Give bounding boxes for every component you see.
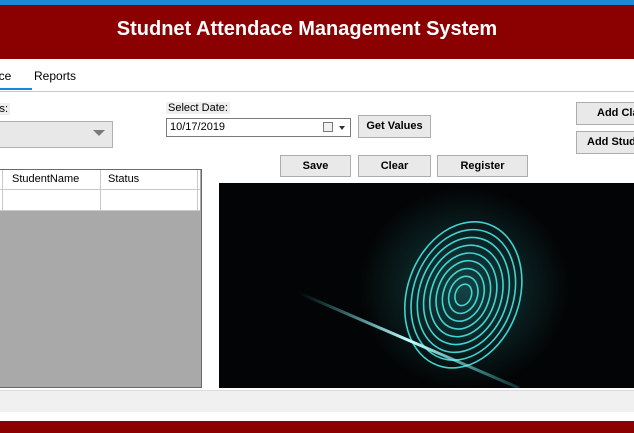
fingerprint-icon — [219, 183, 634, 388]
class-label: ss: — [0, 103, 11, 115]
column-separator — [197, 170, 198, 210]
select-date-label: Select Date: — [166, 102, 230, 114]
footer-spacer — [0, 412, 634, 421]
clear-button[interactable]: Clear — [358, 155, 431, 177]
get-values-button[interactable]: Get Values — [358, 115, 431, 138]
fingerprint-image — [219, 183, 634, 388]
app-title: Studnet Attendace Management System — [116, 18, 498, 40]
save-button[interactable]: Save — [280, 155, 351, 177]
attendance-grid[interactable]: StudentName Status — [0, 169, 202, 388]
class-select[interactable] — [0, 121, 113, 148]
add-student-button[interactable]: Add Stud — [576, 131, 634, 154]
column-header-studentname[interactable]: StudentName — [12, 173, 79, 185]
chevron-down-icon — [93, 130, 105, 136]
chevron-down-icon — [339, 126, 345, 130]
add-class-button[interactable]: Add Cla — [576, 102, 634, 125]
calendar-icon — [323, 122, 333, 132]
date-value: 10/17/2019 — [170, 121, 226, 133]
column-separator — [100, 170, 101, 210]
tab-reports[interactable]: Reports — [34, 69, 76, 83]
footer-bar — [0, 421, 634, 433]
column-separator — [2, 170, 3, 210]
date-picker[interactable]: 10/17/2019 — [166, 118, 351, 137]
tab-strip — [0, 63, 634, 91]
status-strip — [0, 390, 634, 413]
active-tab-indicator — [0, 88, 32, 90]
register-button[interactable]: Register — [437, 155, 528, 177]
column-header-status[interactable]: Status — [108, 173, 139, 185]
tab-attendance[interactable]: nce — [0, 69, 11, 83]
